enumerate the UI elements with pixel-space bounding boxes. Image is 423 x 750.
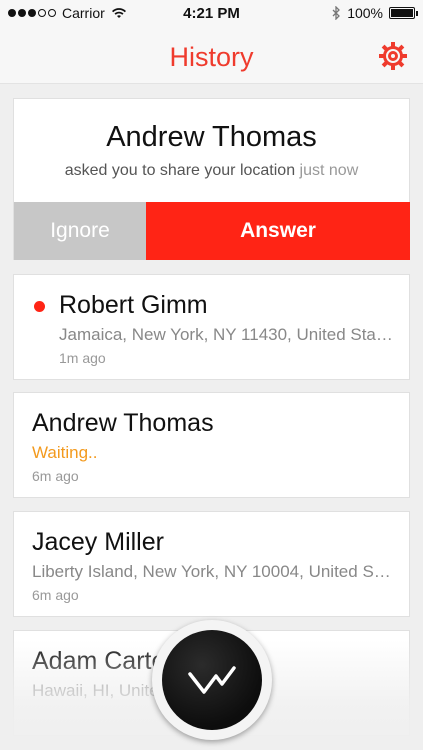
battery-icon (389, 7, 418, 19)
timestamp: 1m ago (59, 350, 106, 366)
request-message-text: asked you to share your location (64, 162, 296, 179)
requester-name: Andrew Thomas (106, 121, 317, 153)
page-title: History (169, 42, 254, 72)
contact-name: Jacey Miller (32, 528, 164, 556)
ignore-button[interactable]: Ignore (14, 202, 146, 260)
navigation-bar: History (0, 28, 423, 84)
history-item[interactable]: Jacey Miller Liberty Island, New York, N… (13, 511, 410, 617)
bluetooth-icon (332, 6, 341, 20)
location-address: Jamaica, New York, NY 11430, United Stat… (59, 325, 394, 344)
request-message: asked you to share your location just no… (14, 162, 409, 180)
timestamp: 6m ago (32, 468, 79, 484)
gear-icon[interactable] (377, 40, 409, 72)
status-waiting: Waiting.. (32, 443, 98, 462)
request-time: just now (299, 162, 359, 179)
battery-percent: 100% (347, 5, 383, 21)
status-bar: Carrior 4:21 PM 100% (0, 0, 423, 28)
unread-indicator (34, 301, 45, 312)
location-request-card: Andrew Thomas asked you to share your lo… (13, 98, 410, 260)
history-item[interactable]: Robert Gimm Jamaica, New York, NY 11430,… (13, 274, 410, 380)
answer-button[interactable]: Answer (146, 202, 410, 260)
location-address: Liberty Island, New York, NY 10004, Unit… (32, 562, 392, 581)
history-item[interactable]: Andrew Thomas Waiting.. 6m ago (13, 392, 410, 498)
logo-icon (188, 666, 236, 694)
button-face (162, 630, 262, 730)
status-right: 100% (332, 5, 418, 21)
share-location-button[interactable] (152, 620, 272, 740)
contact-name: Andrew Thomas (32, 409, 214, 437)
timestamp: 6m ago (32, 587, 79, 603)
contact-name: Robert Gimm (59, 291, 208, 319)
